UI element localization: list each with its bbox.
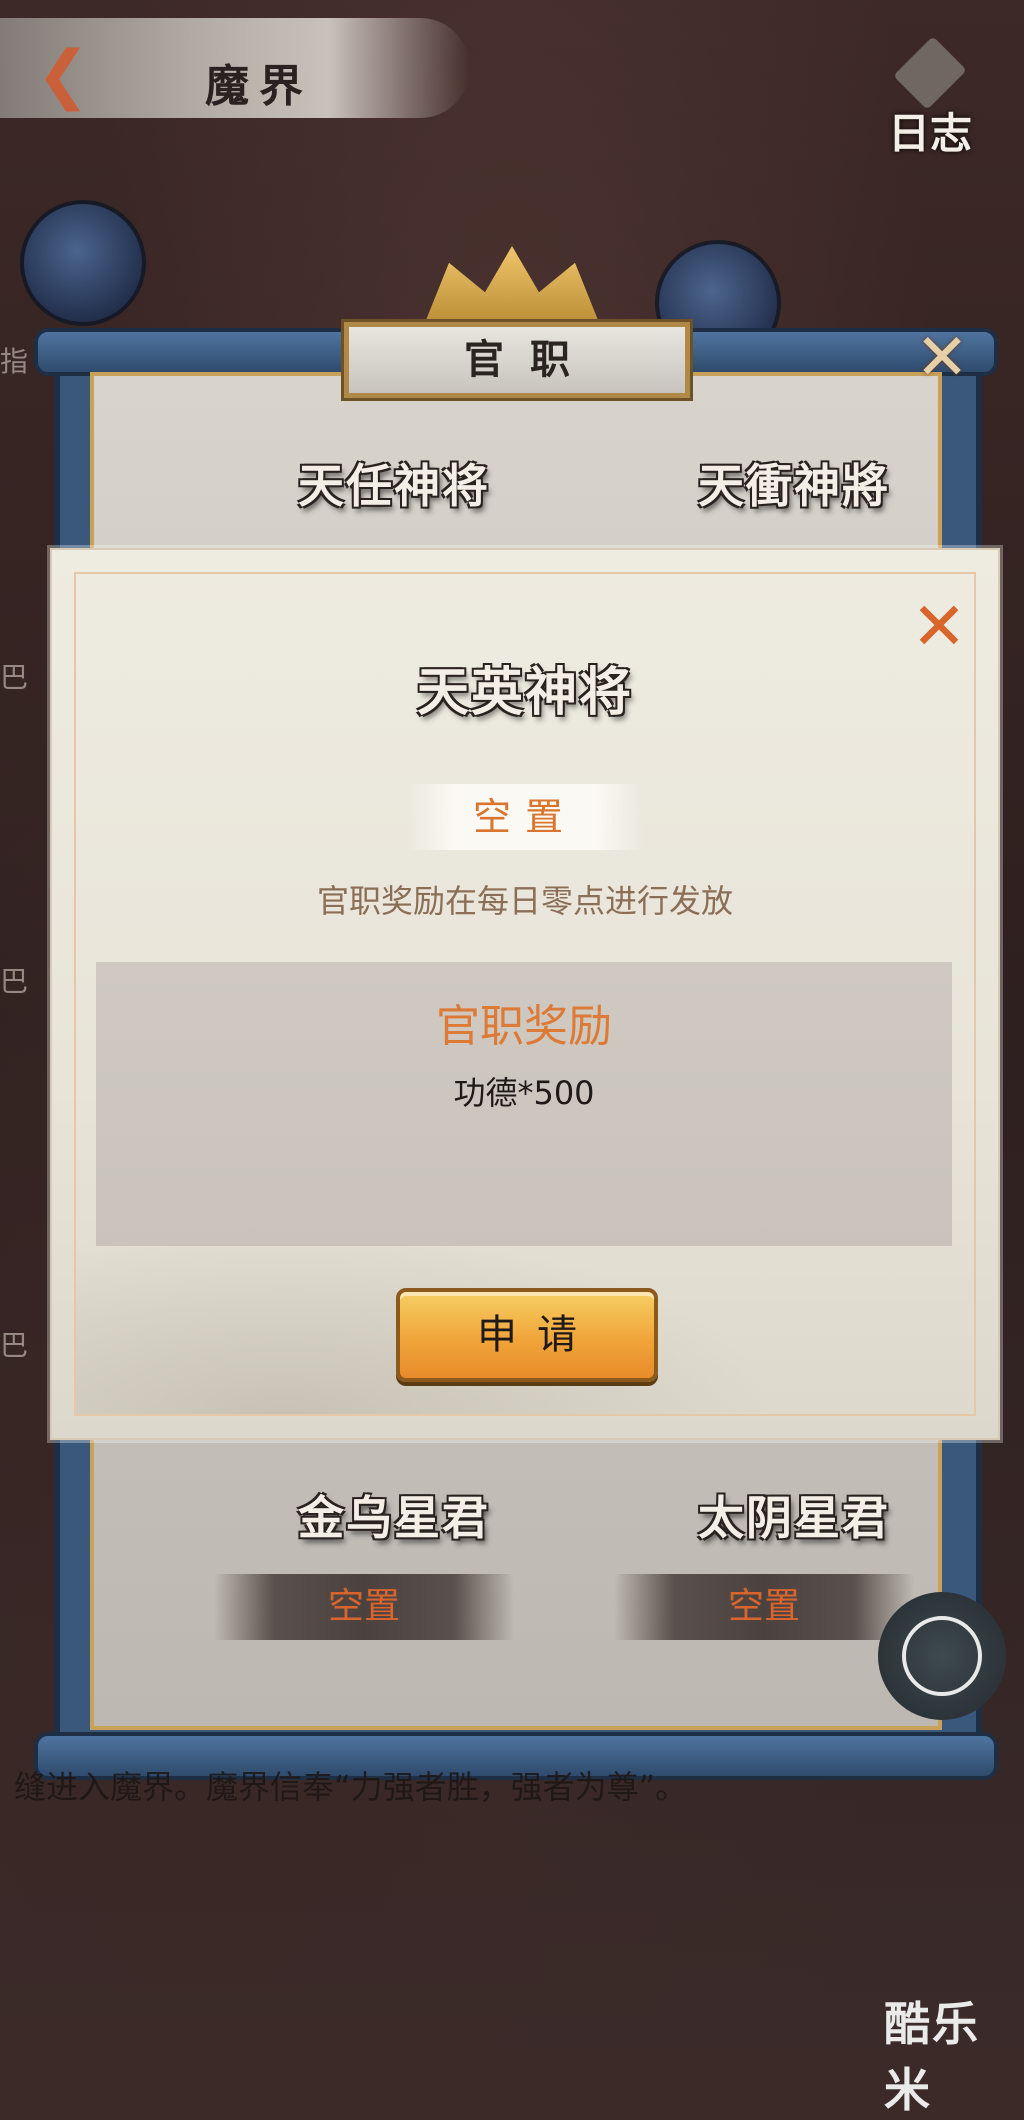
crown-ornament (422, 246, 602, 330)
floating-menu-button[interactable] (878, 1592, 1006, 1720)
vacant-status-chip[interactable]: 空置 (214, 1574, 514, 1640)
vacant-status-chip[interactable]: 空置 (614, 1574, 914, 1640)
apply-button-label: 申请 (477, 1312, 597, 1358)
scroll-icon (893, 36, 967, 110)
modal-rank-title: 天英神将 (416, 662, 633, 723)
rank-detail-modal: ✕ 天英神将 空置 官职奖励在每日零点进行发放 官职奖励 功德*500 申请 (50, 548, 1000, 1440)
apply-button[interactable]: 申请 (396, 1288, 658, 1382)
background-side-label: 巴 (0, 965, 29, 998)
back-arrow-icon: ❮ (36, 38, 90, 112)
reward-box: 官职奖励 功德*500 (96, 962, 952, 1246)
panel-title: 官职 (464, 336, 596, 383)
top-bar: ❮ 魔界 日志 (0, 0, 1024, 158)
rank-title[interactable]: 天任神将 (244, 450, 544, 516)
back-button[interactable]: ❮ (28, 40, 98, 110)
log-button[interactable]: 日志 (870, 30, 990, 158)
reward-title: 官职奖励 (436, 1001, 612, 1052)
watermark: 酷乐米 (884, 1997, 980, 2117)
modal-status-badge: 空置 (407, 784, 643, 850)
circle-icon (902, 1616, 982, 1696)
background-side-label: 巴 (0, 1329, 29, 1362)
panel-close-icon[interactable]: ✕ (904, 320, 980, 396)
reward-schedule-note: 官职奖励在每日零点进行发放 (316, 882, 733, 920)
log-label: 日志 (887, 109, 972, 158)
panel-title-plaque: 官职 (344, 322, 690, 398)
background-side-label: 指 (0, 345, 29, 378)
reward-item: 功德*500 (453, 1074, 595, 1112)
game-screen: ❮ 魔界 日志 指 巴 巴 巴 天任神将 天衝神將 金乌星君 太阴星君 空置 空… (0, 0, 1024, 2117)
world-orb-left[interactable] (20, 200, 146, 326)
rank-title[interactable]: 天衝神將 (644, 450, 944, 516)
story-text: 缝进入魔界。魔界信奉“力强者胜，强者为尊”。 (14, 1768, 688, 1806)
rank-title[interactable]: 金乌星君 (244, 1482, 544, 1548)
background-side-label: 巴 (0, 661, 29, 694)
rank-title[interactable]: 太阴星君 (644, 1482, 944, 1548)
world-title: 魔界 (205, 61, 313, 112)
